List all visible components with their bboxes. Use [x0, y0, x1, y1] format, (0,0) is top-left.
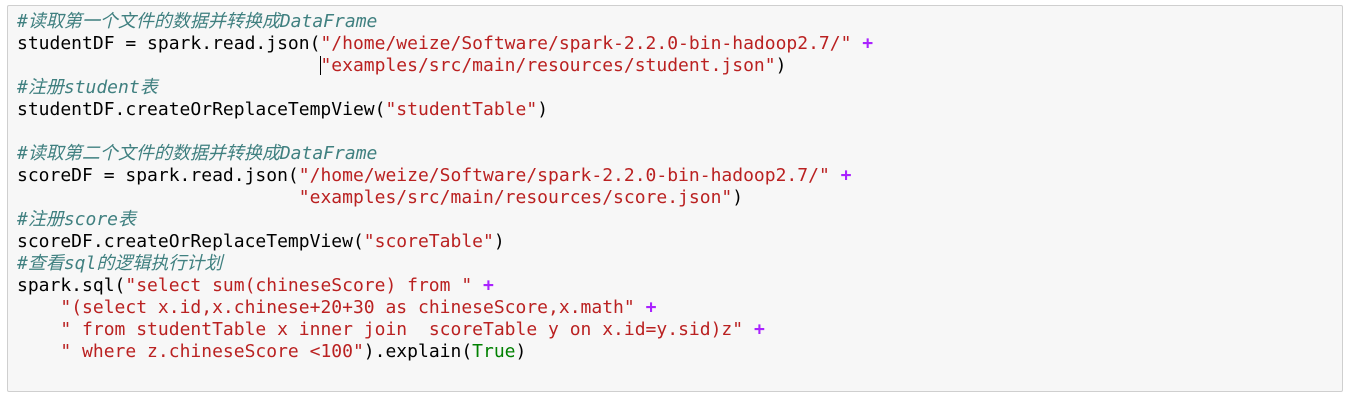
- code-line: #读取第二个文件的数据并转换成DataFrame: [17, 143, 873, 165]
- code-comment: #注册student表: [17, 77, 158, 98]
- code-line: "(select x.id,x.chinese+20+30 as chinese…: [17, 297, 873, 319]
- code-text: scoreDF = spark.read.json(: [17, 165, 299, 186]
- code-comment: #查看sql的逻辑执行计划: [17, 253, 223, 274]
- code-line: #注册score表: [17, 209, 873, 231]
- code-line: scoreDF.createOrReplaceTempView("scoreTa…: [17, 231, 873, 253]
- code-line: #读取第一个文件的数据并转换成DataFrame: [17, 11, 873, 33]
- string-literal: "studentTable": [385, 99, 538, 120]
- string-literal: "select sum(chineseScore) from ": [125, 275, 473, 296]
- operator: +: [862, 33, 874, 54]
- code-text: ).explain(: [363, 341, 473, 362]
- code-text: studentDF.createOrReplaceTempView(: [17, 99, 386, 120]
- operator: +: [753, 319, 765, 340]
- code-line: "examples/src/main/resources/score.json"…: [17, 187, 873, 209]
- code-line: spark.sql("select sum(chineseScore) from…: [17, 275, 873, 297]
- operator: +: [840, 165, 852, 186]
- operator: +: [483, 275, 494, 296]
- string-literal: "examples/src/main/resources/student.jso…: [320, 55, 776, 76]
- code-comment: #读取第一个文件的数据并转换成DataFrame: [17, 11, 378, 32]
- string-literal: "examples/src/main/resources/score.json": [298, 187, 733, 208]
- code-line: "examples/src/main/resources/student.jso…: [17, 55, 873, 77]
- string-literal: "scoreTable": [363, 231, 494, 252]
- code-comment: #注册score表: [17, 209, 137, 230]
- code-text: ): [732, 187, 744, 208]
- code-text: ): [493, 231, 505, 252]
- code-comment: #读取第二个文件的数据并转换成DataFrame: [17, 143, 378, 164]
- string-literal: " where z.chineseScore <100": [60, 341, 364, 362]
- code-line: studentDF = spark.read.json("/home/weize…: [17, 33, 873, 55]
- code-line: #注册student表: [17, 77, 873, 99]
- operator: +: [645, 297, 657, 318]
- code-text: ): [537, 99, 549, 120]
- code-text: ): [775, 55, 787, 76]
- code-text: studentDF = spark.read.json(: [17, 33, 321, 54]
- code-line: scoreDF = spark.read.json("/home/weize/S…: [17, 165, 873, 187]
- keyword: True: [472, 341, 516, 362]
- code-text: spark.sql(: [17, 275, 126, 296]
- code-cell[interactable]: #读取第一个文件的数据并转换成DataFrame studentDF = spar…: [7, 5, 1343, 392]
- code-line: " from studentTable x inner join scoreTa…: [17, 319, 873, 341]
- string-literal: "/home/weize/Software/spark-2.2.0-bin-ha…: [298, 165, 830, 186]
- code-line: " where z.chineseScore <100").explain(Tr…: [17, 341, 873, 363]
- code-editor[interactable]: #读取第一个文件的数据并转换成DataFrame studentDF = spar…: [17, 11, 873, 363]
- code-line: studentDF.createOrReplaceTempView("stude…: [17, 99, 873, 121]
- code-text: scoreDF.createOrReplaceTempView(: [17, 231, 364, 252]
- string-literal: "(select x.id,x.chinese+20+30 as chinese…: [60, 297, 635, 318]
- code-text: ): [515, 341, 527, 362]
- string-literal: "/home/weize/Software/spark-2.2.0-bin-ha…: [320, 33, 852, 54]
- string-literal: " from studentTable x inner join scoreTa…: [60, 319, 744, 340]
- code-line: #查看sql的逻辑执行计划: [17, 253, 873, 275]
